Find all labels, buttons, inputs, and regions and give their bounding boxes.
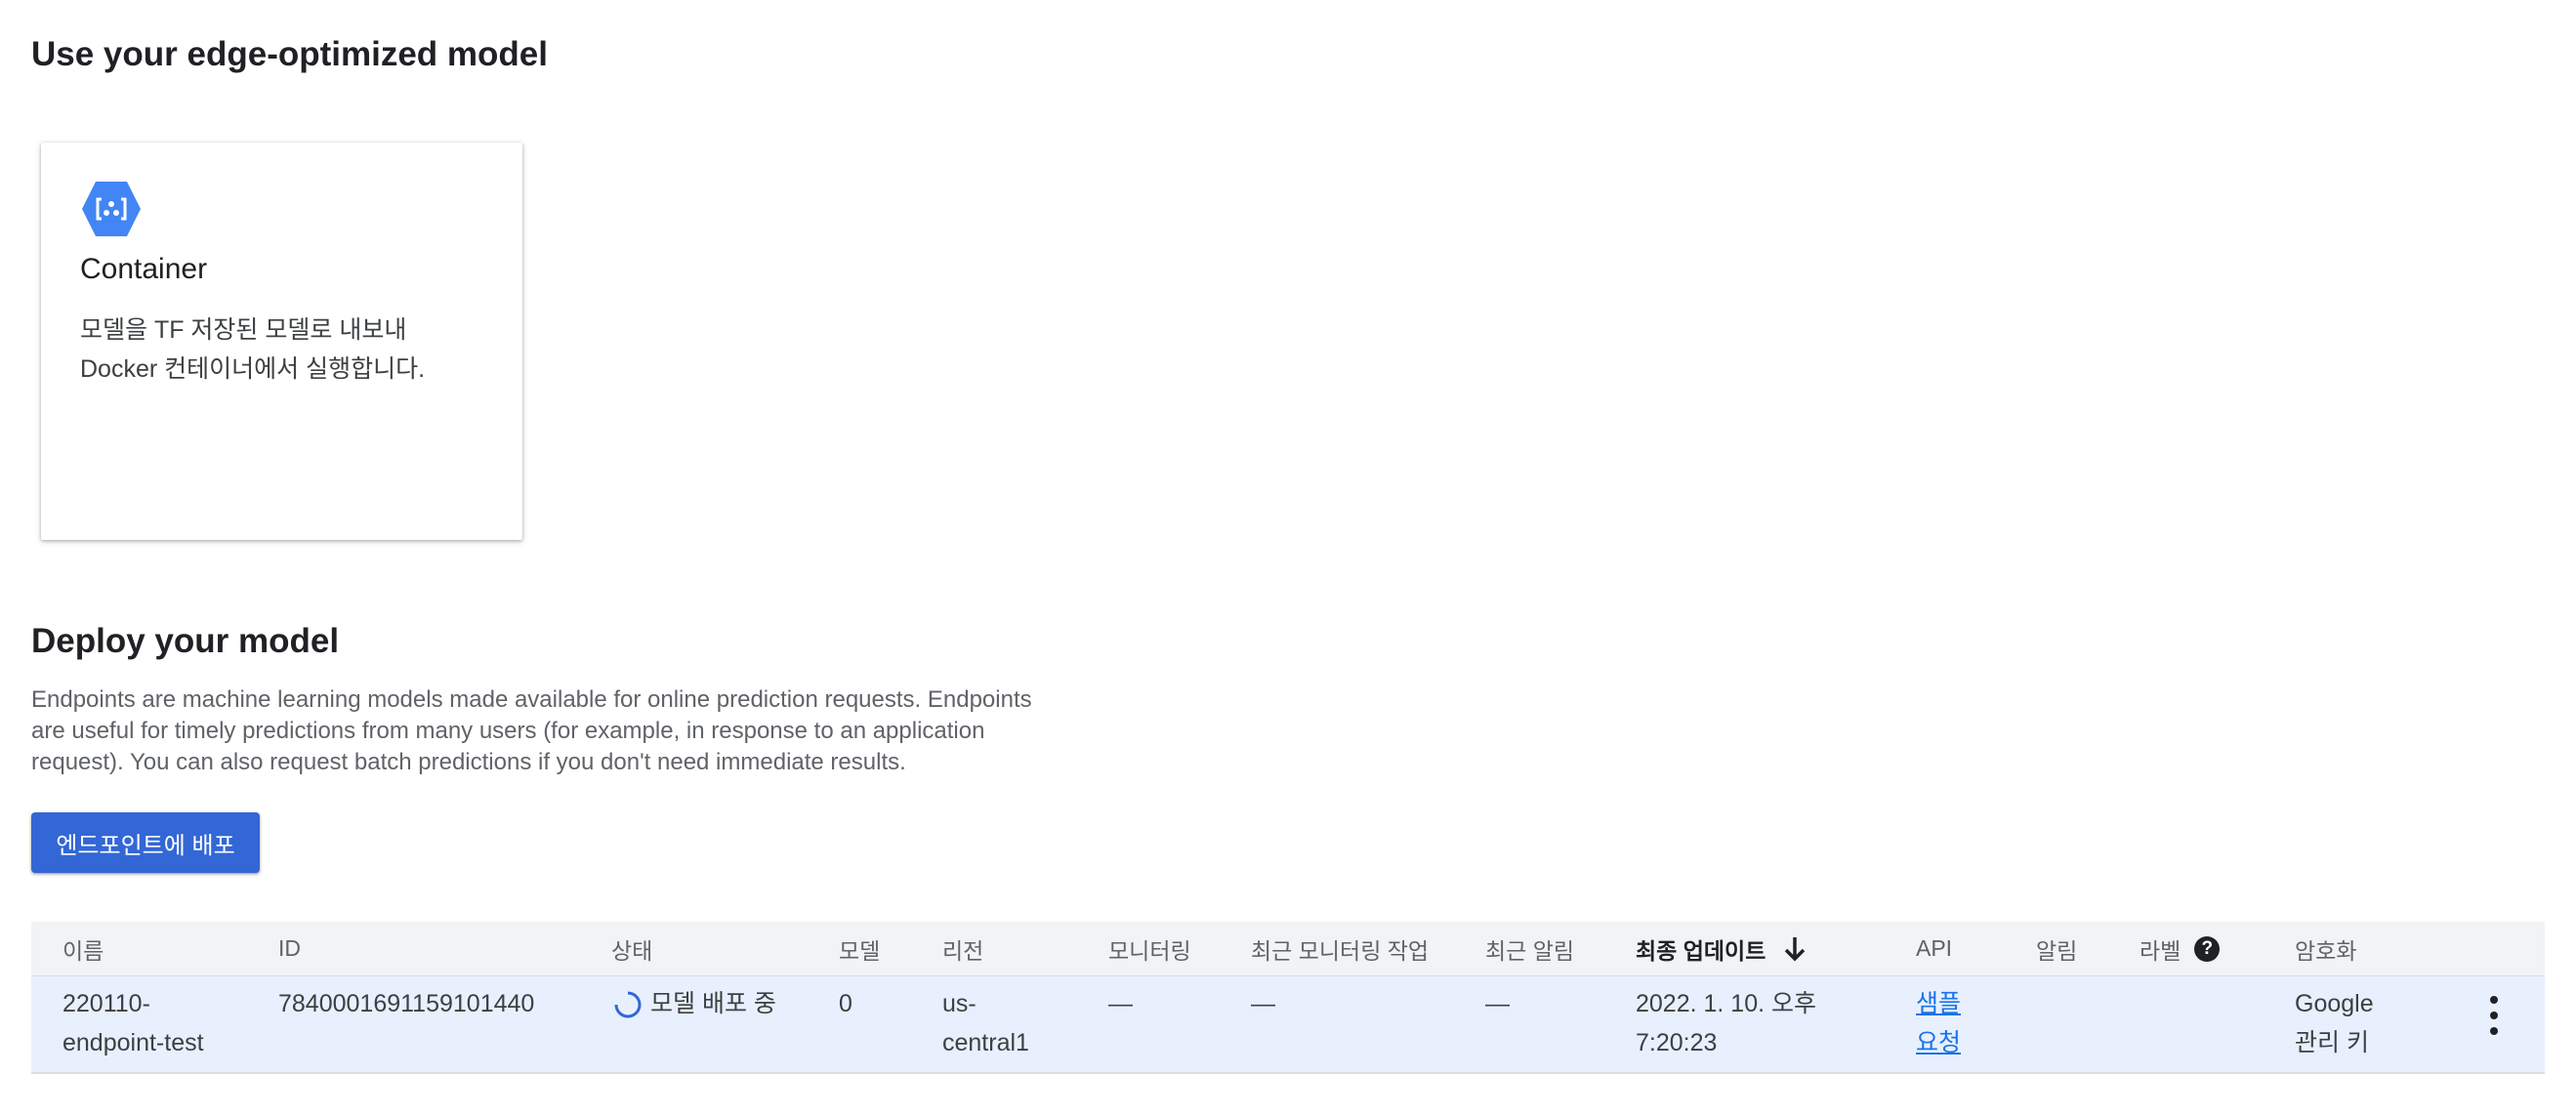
cell-recent-job: — (1251, 990, 1275, 1017)
card-desc-line2: Docker 컨테이너에서 실행합니다. (80, 355, 426, 383)
page: Use your edge-optimized model Container … (0, 0, 2576, 1117)
loading-spinner-icon (614, 991, 642, 1018)
col-header-recent-alert[interactable]: 최근 알림 (1485, 922, 1574, 975)
col-header-last-updated[interactable]: 최종 업데이트 (1636, 922, 1807, 975)
cell-model: 0 (839, 990, 852, 1017)
card-description: 모델을 TF 저장된 모델로 내보내 Docker 컨테이너에서 실행합니다. (80, 310, 490, 389)
cell-last-updated: 2022. 1. 10. 오후 7:20:23 (1636, 984, 1816, 1062)
sample-request-line2: 요청 (1916, 1029, 1962, 1056)
col-header-monitoring[interactable]: 모니터링 (1108, 922, 1191, 975)
table-row[interactable]: 220110- endpoint-test 784000169115910144… (31, 976, 2545, 1074)
more-options-icon[interactable] (2482, 996, 2506, 1035)
cell-name-line2: endpoint-test (62, 1029, 204, 1056)
help-icon[interactable]: ? (2194, 935, 2221, 962)
cell-name[interactable]: 220110- endpoint-test (62, 984, 204, 1062)
cell-encryption-line1: Google (2295, 990, 2374, 1017)
cell-updated-line2: 7:20:23 (1636, 1029, 1718, 1056)
col-header-encryption[interactable]: 암호화 (2295, 922, 2356, 975)
col-header-status[interactable]: 상태 (611, 922, 652, 975)
cell-encryption-line2: 관리 키 (2295, 1029, 2369, 1056)
endpoints-table: 이름 ID 상태 모델 리전 모니터링 최근 모니터링 작업 최근 알림 최종 … (31, 922, 2545, 1074)
cell-updated-line1: 2022. 1. 10. 오후 (1636, 990, 1817, 1017)
col-header-region[interactable]: 리전 (942, 922, 983, 975)
sample-request-link[interactable]: 샘플 요청 (1916, 984, 1961, 1062)
col-header-alerts[interactable]: 알림 (2036, 922, 2077, 975)
col-header-labels-label: 라벨 (2140, 937, 2181, 964)
cell-id: 7840001691159101440 (278, 990, 535, 1017)
col-header-last-updated-label: 최종 업데이트 (1636, 937, 1766, 964)
cell-recent-alert: — (1485, 990, 1510, 1017)
cell-region: us- central1 (942, 984, 1029, 1062)
cell-region-line2: central1 (942, 1029, 1029, 1056)
col-header-labels[interactable]: 라벨 ? (2140, 922, 2221, 975)
container-hex-icon (82, 182, 141, 236)
deploy-to-endpoint-button[interactable]: 엔드포인트에 배포 (31, 812, 260, 873)
col-header-recent-job[interactable]: 최근 모니터링 작업 (1251, 922, 1429, 975)
card-title: Container (80, 253, 208, 285)
cell-name-line1: 220110- (62, 990, 150, 1017)
card-desc-line1: 모델을 TF 저장된 모델로 내보내 (80, 316, 407, 344)
col-header-model[interactable]: 모델 (839, 922, 880, 975)
cell-status: 모델 배포 중 (611, 984, 776, 1023)
cell-region-line1: us- (942, 990, 976, 1017)
deploy-description: Endpoints are machine learning models ma… (31, 686, 1032, 775)
col-header-name[interactable]: 이름 (62, 922, 104, 975)
edge-section-title: Use your edge-optimized model (31, 35, 548, 73)
cell-encryption: Google 관리 키 (2295, 984, 2374, 1062)
deploy-section-title: Deploy your model (31, 622, 340, 660)
status-text: 모델 배포 중 (650, 990, 776, 1017)
col-header-api[interactable]: API (1916, 922, 1952, 975)
cell-monitoring: — (1108, 990, 1133, 1017)
sample-request-line1: 샘플 (1916, 990, 1962, 1017)
col-header-id[interactable]: ID (278, 922, 301, 975)
container-card[interactable]: Container 모델을 TF 저장된 모델로 내보내 Docker 컨테이너… (41, 143, 522, 540)
table-header: 이름 ID 상태 모델 리전 모니터링 최근 모니터링 작업 최근 알림 최종 … (31, 922, 2545, 976)
sort-descending-icon[interactable] (1783, 935, 1807, 963)
